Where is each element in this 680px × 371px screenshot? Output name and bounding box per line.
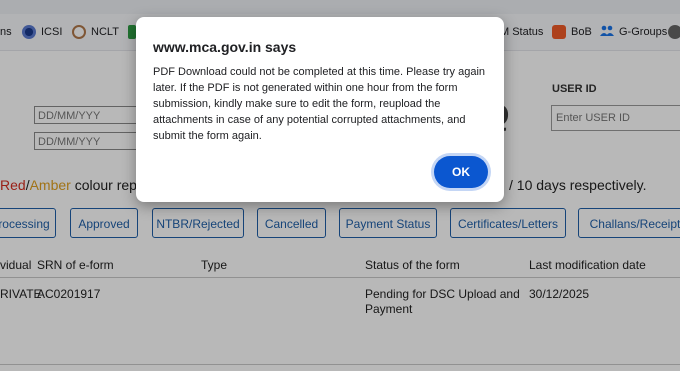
dialog-message: PDF Download could not be completed at t… [153,66,486,142]
alert-dialog: www.mca.gov.in says PDF Download could n… [136,17,504,202]
dialog-title: www.mca.gov.in says [153,39,297,55]
ok-button[interactable]: OK [434,156,488,188]
